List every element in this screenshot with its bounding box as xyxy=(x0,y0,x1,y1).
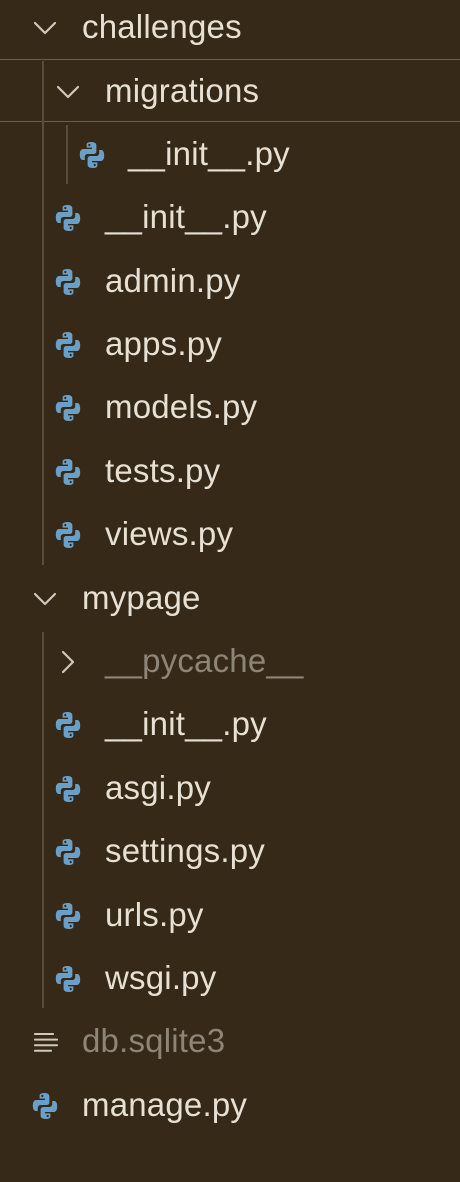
indent-guide xyxy=(66,124,68,185)
tree-item-label: migrations xyxy=(105,72,260,110)
indent-guide xyxy=(42,632,44,1009)
tree-item-label: views.py xyxy=(105,515,234,553)
tree-item-label: __init__.py xyxy=(128,134,290,172)
tree-folder-challenges[interactable]: challenges xyxy=(0,0,460,59)
tree-file-settings-py[interactable]: settings.py xyxy=(0,820,460,883)
tree-file-views-py[interactable]: views.py xyxy=(0,503,460,566)
python-file-icon xyxy=(53,774,83,804)
chevron-down-icon[interactable] xyxy=(53,77,83,107)
tree-item-label: urls.py xyxy=(105,895,204,933)
python-file-icon xyxy=(53,710,83,740)
tree-file-wsgi-py[interactable]: wsgi.py xyxy=(0,947,460,1010)
tree-item-label: wsgi.py xyxy=(105,959,217,996)
tree-folder-pycache[interactable]: __pycache__ xyxy=(0,630,460,693)
tree-item-label: manage.py xyxy=(82,1085,248,1123)
python-file-icon xyxy=(53,203,83,233)
lines-icon xyxy=(30,1027,60,1057)
python-file-icon xyxy=(53,393,83,423)
tree-item-label: settings.py xyxy=(105,832,265,870)
tree-item-label: __pycache__ xyxy=(105,642,304,679)
tree-item-label: apps.py xyxy=(105,325,222,362)
tree-item-label: admin.py xyxy=(105,261,241,299)
tree-item-label: tests.py xyxy=(105,451,221,489)
tree-item-label: db.sqlite3 xyxy=(82,1022,226,1060)
tree-file-db-sqlite3[interactable]: db.sqlite3 xyxy=(0,1010,460,1073)
python-file-icon xyxy=(53,330,83,360)
python-file-icon xyxy=(53,520,83,550)
python-file-icon xyxy=(53,457,83,487)
tree-file-models-py[interactable]: models.py xyxy=(0,376,460,439)
chevron-down-icon[interactable] xyxy=(30,584,60,614)
tree-file-urls-py[interactable]: urls.py xyxy=(0,884,460,947)
indent-guide xyxy=(42,61,44,565)
tree-file-asgi-py[interactable]: asgi.py xyxy=(0,757,460,820)
tree-file-init-py[interactable]: __init__.py xyxy=(0,123,460,186)
python-file-icon xyxy=(53,837,83,867)
tree-file-tests-py[interactable]: tests.py xyxy=(0,440,460,503)
tree-file-manage-py[interactable]: manage.py xyxy=(0,1074,460,1137)
tree-file-init-py[interactable]: __init__.py xyxy=(0,186,460,249)
python-file-icon xyxy=(53,901,83,931)
tree-folder-migrations[interactable]: migrations xyxy=(0,59,460,123)
tree-item-label: __init__.py xyxy=(105,198,267,236)
tree-item-label: mypage xyxy=(82,578,201,616)
chevron-right-icon[interactable] xyxy=(53,647,83,677)
python-file-icon xyxy=(30,1091,60,1121)
file-explorer-tree: challenges migrations __init__.py __init__.… xyxy=(0,0,460,1182)
python-file-icon xyxy=(53,267,83,297)
tree-item-label: __init__.py xyxy=(105,705,267,743)
tree-folder-mypage[interactable]: mypage xyxy=(0,567,460,630)
chevron-down-icon[interactable] xyxy=(30,13,60,43)
tree-file-apps-py[interactable]: apps.py xyxy=(0,313,460,376)
tree-item-label: challenges xyxy=(82,8,242,45)
tree-file-admin-py[interactable]: admin.py xyxy=(0,250,460,313)
python-file-icon xyxy=(77,140,107,170)
tree-item-label: asgi.py xyxy=(105,768,211,806)
python-file-icon xyxy=(53,964,83,994)
tree-file-init-py[interactable]: __init__.py xyxy=(0,693,460,756)
tree-item-label: models.py xyxy=(105,388,258,426)
